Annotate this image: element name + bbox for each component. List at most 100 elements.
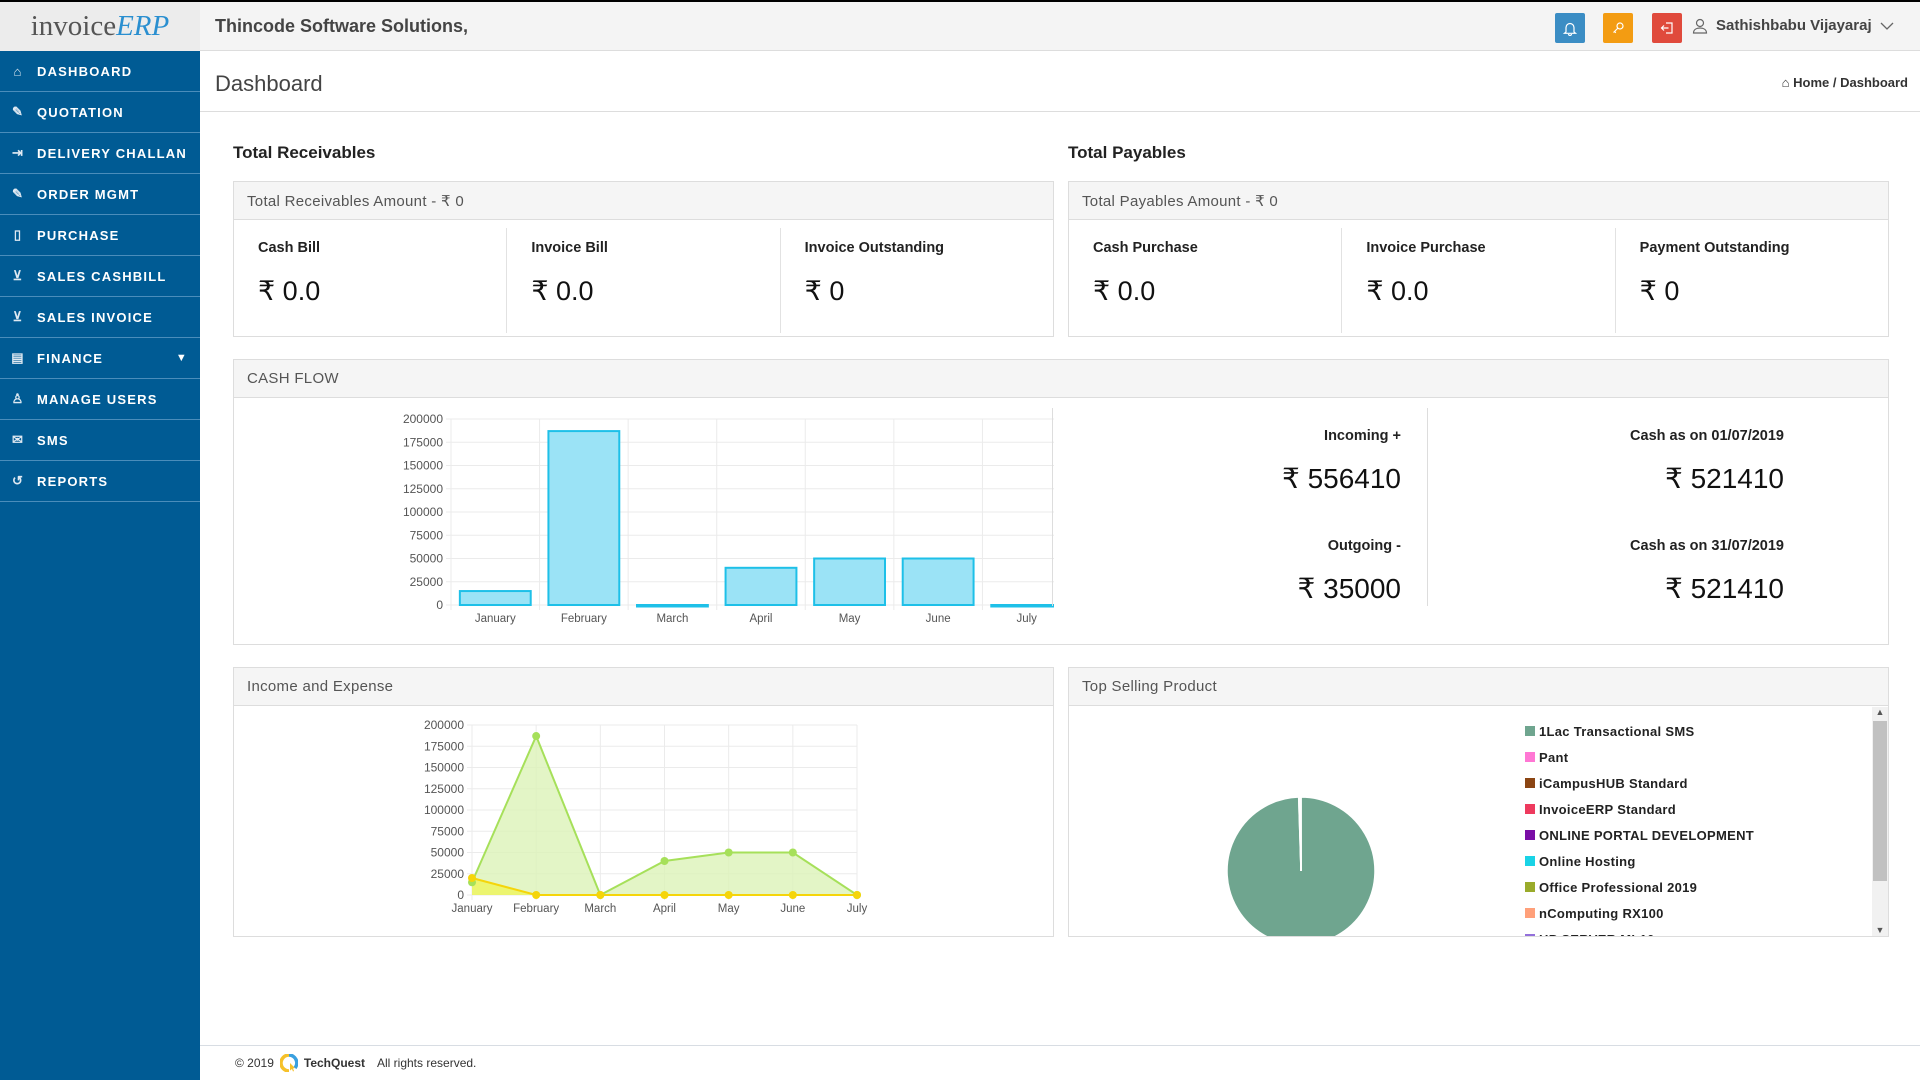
point-expense [788, 891, 797, 899]
legend-swatch [1525, 830, 1535, 840]
book-icon: ▤ [11, 350, 25, 365]
top-selling-legend: 1Lac Transactional SMS Pant iCampusHUB Sta… [1525, 718, 1754, 936]
incoming-block: Incoming + ₹ 556410 [1064, 428, 1401, 495]
y-tick-label: 100000 [403, 505, 443, 519]
notifications-button[interactable] [1555, 13, 1585, 43]
x-tick-label: February [513, 903, 559, 915]
techquest-logo-icon [279, 1054, 298, 1072]
sidebar-item-sales-invoice[interactable]: ⊻ SALES INVOICE [0, 297, 200, 338]
scrollbar[interactable]: ▲ ▼ [1872, 707, 1888, 936]
payables-panel-header: Total Payables Amount - ₹ 0 [1069, 182, 1888, 220]
legend-item[interactable]: 1Lac Transactional SMS [1525, 718, 1754, 744]
legend-item[interactable]: InvoiceERP Standard [1525, 796, 1754, 822]
stat-label: Invoice Outstanding [804, 240, 945, 256]
legend-item[interactable]: HP SERVER ML10 [1525, 926, 1754, 936]
bar-february [547, 430, 621, 607]
legend-item[interactable]: ONLINE PORTAL DEVELOPMENT [1525, 822, 1754, 848]
sidebar-item-sales-cashbill[interactable]: ⊻ SALES CASHBILL [0, 256, 200, 297]
top-selling-pie-chart [1226, 796, 1376, 936]
home-icon: ⌂ [13, 63, 23, 79]
legend-swatch [1525, 726, 1535, 736]
top-selling-panel-header: Top Selling Product [1069, 668, 1888, 706]
x-tick-label: January [452, 903, 493, 915]
stat-value: ₹ 0.0 [1366, 276, 1429, 306]
sidebar-item-sms[interactable]: ✉ SMS [0, 420, 200, 461]
bar-january [458, 590, 532, 607]
x-tick-label: March [656, 613, 688, 625]
stat-invoice-purchase: Invoice Purchase ₹ 0.0 [1342, 228, 1616, 333]
legend-item[interactable]: iCampusHUB Standard [1525, 770, 1754, 796]
company-name: Thincode Software Solutions, [215, 16, 469, 36]
divider [1052, 408, 1053, 606]
scroll-down-icon[interactable]: ▼ [1872, 925, 1888, 935]
income-expense-panel-header: Income and Expense [234, 668, 1053, 706]
y-tick-label: 50000 [410, 552, 444, 566]
stat-label: Cash Bill [258, 240, 321, 256]
scrollbar-thumb[interactable] [1873, 721, 1887, 881]
change-password-button[interactable] [1603, 13, 1633, 43]
legend-item[interactable]: Pant [1525, 744, 1754, 770]
sidebar-item-purchase[interactable]: ▯ PURCHASE [0, 215, 200, 256]
top-header: invoice ERP Thincode Software Solutions, … [0, 0, 1920, 51]
user-name: Sathishbabu Vijayaraj [1716, 17, 1872, 34]
outgoing-value: ₹ 35000 [1297, 573, 1401, 604]
y-tick-label: 175000 [424, 739, 464, 753]
incoming-value: ₹ 556410 [1281, 463, 1401, 494]
legend-item[interactable]: Online Hosting [1525, 848, 1754, 874]
sidebar-item-label: DASHBOARD [37, 63, 133, 79]
x-tick-label: April [653, 903, 676, 915]
stat-payment-outstanding: Payment Outstanding ₹ 0 [1616, 228, 1888, 333]
y-tick-label: 75000 [431, 824, 465, 838]
chevron-down-icon [1880, 22, 1894, 30]
sidebar-item-manage-users[interactable]: ♙ MANAGE USERS [0, 379, 200, 420]
legend-label: 1Lac Transactional SMS [1539, 723, 1695, 739]
cash-close-block: Cash as on 31/07/2019 ₹ 521410 [1444, 538, 1784, 605]
y-tick-label: 175000 [403, 435, 443, 449]
legend-label: iCampusHUB Standard [1539, 775, 1688, 791]
logout-button[interactable] [1652, 13, 1682, 43]
point-expense [853, 891, 861, 899]
stat-invoice-bill: Invoice Bill ₹ 0.0 [507, 228, 781, 333]
sidebar-item-quotation[interactable]: ✎ QUOTATION [0, 92, 200, 133]
sidebar: ⌂ DASHBOARD ✎ QUOTATION ⇥ DELIVERY CHALLAN … [0, 51, 200, 1080]
stat-value: ₹ 0 [804, 276, 845, 306]
sidebar-item-label: DELIVERY CHALLAN [37, 145, 187, 161]
legend-item[interactable]: nComputing RX100 [1525, 900, 1754, 926]
brand-name[interactable]: TechQuest [304, 1056, 365, 1070]
scroll-up-icon[interactable]: ▲ [1872, 707, 1888, 721]
y-tick-label: 200000 [424, 718, 464, 732]
point-expense [532, 891, 541, 899]
point-expense [596, 891, 605, 899]
point-expense [724, 891, 733, 899]
edit-icon: ✎ [11, 186, 25, 201]
stat-value: ₹ 0.0 [1093, 276, 1156, 306]
stat-cash-purchase: Cash Purchase ₹ 0.0 [1069, 228, 1343, 333]
y-tick-label: 0 [436, 598, 443, 612]
app-logo[interactable]: invoice ERP [0, 2, 200, 51]
sidebar-item-order-mgmt[interactable]: ✎ ORDER MGMT [0, 174, 200, 215]
legend-swatch [1525, 934, 1535, 936]
incoming-label: Incoming + [1324, 428, 1401, 444]
user-menu[interactable]: Sathishbabu Vijayaraj [1692, 17, 1894, 34]
point-expense [468, 874, 476, 882]
sidebar-item-delivery-challan[interactable]: ⇥ DELIVERY CHALLAN [0, 133, 200, 174]
stat-value: ₹ 0.0 [531, 276, 594, 306]
sidebar-item-dashboard[interactable]: ⌂ DASHBOARD [0, 51, 200, 92]
login-icon: ⇥ [11, 145, 25, 160]
receivables-panel-header: Total Receivables Amount - ₹ 0 [234, 182, 1053, 220]
sidebar-item-reports[interactable]: ↺ REPORTS [0, 461, 200, 502]
user-icon: ♙ [11, 391, 25, 406]
x-tick-label: June [926, 613, 951, 625]
income-expense-panel: Income and Expense 0 25000 50000 75000 10000… [233, 667, 1054, 937]
x-tick-label: May [718, 903, 740, 915]
legend-item[interactable]: Office Professional 2019 [1525, 874, 1754, 900]
sidebar-item-label: FINANCE [37, 350, 104, 366]
y-tick-label: 100000 [424, 803, 464, 817]
legend-swatch [1525, 882, 1535, 892]
bar-march [636, 604, 709, 608]
bar-june [901, 557, 975, 606]
breadcrumb-text[interactable]: Home / Dashboard [1793, 75, 1908, 90]
bar-april [724, 566, 798, 607]
legend-swatch [1525, 908, 1535, 918]
sidebar-item-finance[interactable]: ▤ FINANCE ▼ [0, 338, 200, 379]
